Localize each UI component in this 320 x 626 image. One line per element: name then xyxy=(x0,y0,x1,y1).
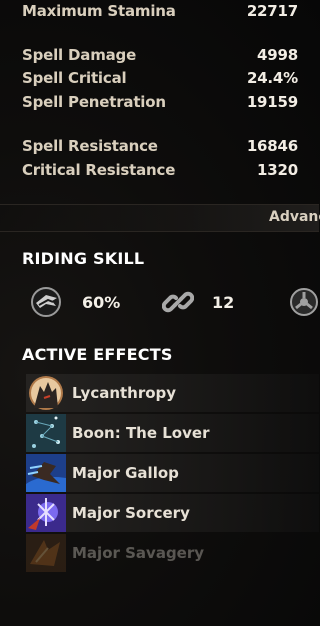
effect-boon-the-lover[interactable]: Boon: The Lover xyxy=(26,414,319,452)
stat-value: 4998 xyxy=(257,46,298,64)
stat-spell-critical: Spell Critical 24.4% xyxy=(22,67,298,89)
stat-value: 19159 xyxy=(246,93,298,111)
stat-value: 16846 xyxy=(246,137,298,155)
stat-label: Spell Critical xyxy=(22,69,127,87)
mundus-stone-icon xyxy=(26,414,66,452)
stat-maximum-stamina: Maximum Stamina 22717 xyxy=(22,0,298,22)
stat-label: Critical Resistance xyxy=(22,161,176,179)
effect-label: Major Gallop xyxy=(72,464,179,482)
effect-major-gallop[interactable]: Major Gallop xyxy=(26,454,319,492)
riding-capacity[interactable] xyxy=(289,286,319,318)
stat-value: 22717 xyxy=(246,2,298,20)
stat-spell-damage: Spell Damage 4998 xyxy=(22,44,298,66)
stat-value: 1320 xyxy=(257,161,298,179)
effect-label: Major Sorcery xyxy=(72,504,190,522)
riding-stamina[interactable]: 12 xyxy=(162,286,234,318)
stat-value: 24.4% xyxy=(246,69,298,87)
savagery-icon xyxy=(26,534,66,572)
stat-spell-penetration: Spell Penetration 19159 xyxy=(22,91,298,113)
horse-speed-icon xyxy=(31,287,61,317)
advanced-stats-label: Advanc xyxy=(269,209,320,225)
stat-label: Maximum Stamina xyxy=(22,2,176,20)
stat-critical-resistance: Critical Resistance 1320 xyxy=(22,159,298,181)
stat-label: Spell Damage xyxy=(22,46,137,64)
effect-major-sorcery[interactable]: Major Sorcery xyxy=(26,494,319,532)
active-effects-heading: ACTIVE EFFECTS xyxy=(22,345,173,364)
effect-major-savagery[interactable]: Major Savagery xyxy=(26,534,319,572)
stat-label: Spell Penetration xyxy=(22,93,166,111)
effect-label: Lycanthropy xyxy=(72,384,177,402)
bag-capacity-icon xyxy=(290,288,318,316)
werewolf-icon xyxy=(26,374,66,412)
gallop-icon xyxy=(26,454,66,492)
stat-spell-resistance: Spell Resistance 16846 xyxy=(22,135,298,157)
sorcery-icon xyxy=(26,494,66,532)
effect-lycanthropy[interactable]: Lycanthropy xyxy=(26,374,319,412)
riding-stamina-value: 12 xyxy=(212,292,235,312)
chain-link-icon xyxy=(162,291,194,313)
riding-skill-heading: RIDING SKILL xyxy=(22,249,145,268)
effect-label: Major Savagery xyxy=(72,544,205,562)
stat-label: Spell Resistance xyxy=(22,137,158,155)
riding-speed[interactable]: 60% xyxy=(30,286,120,318)
effect-label: Boon: The Lover xyxy=(72,424,210,442)
advanced-stats-button[interactable]: Advanc xyxy=(0,204,320,232)
riding-speed-value: 60% xyxy=(82,292,121,312)
